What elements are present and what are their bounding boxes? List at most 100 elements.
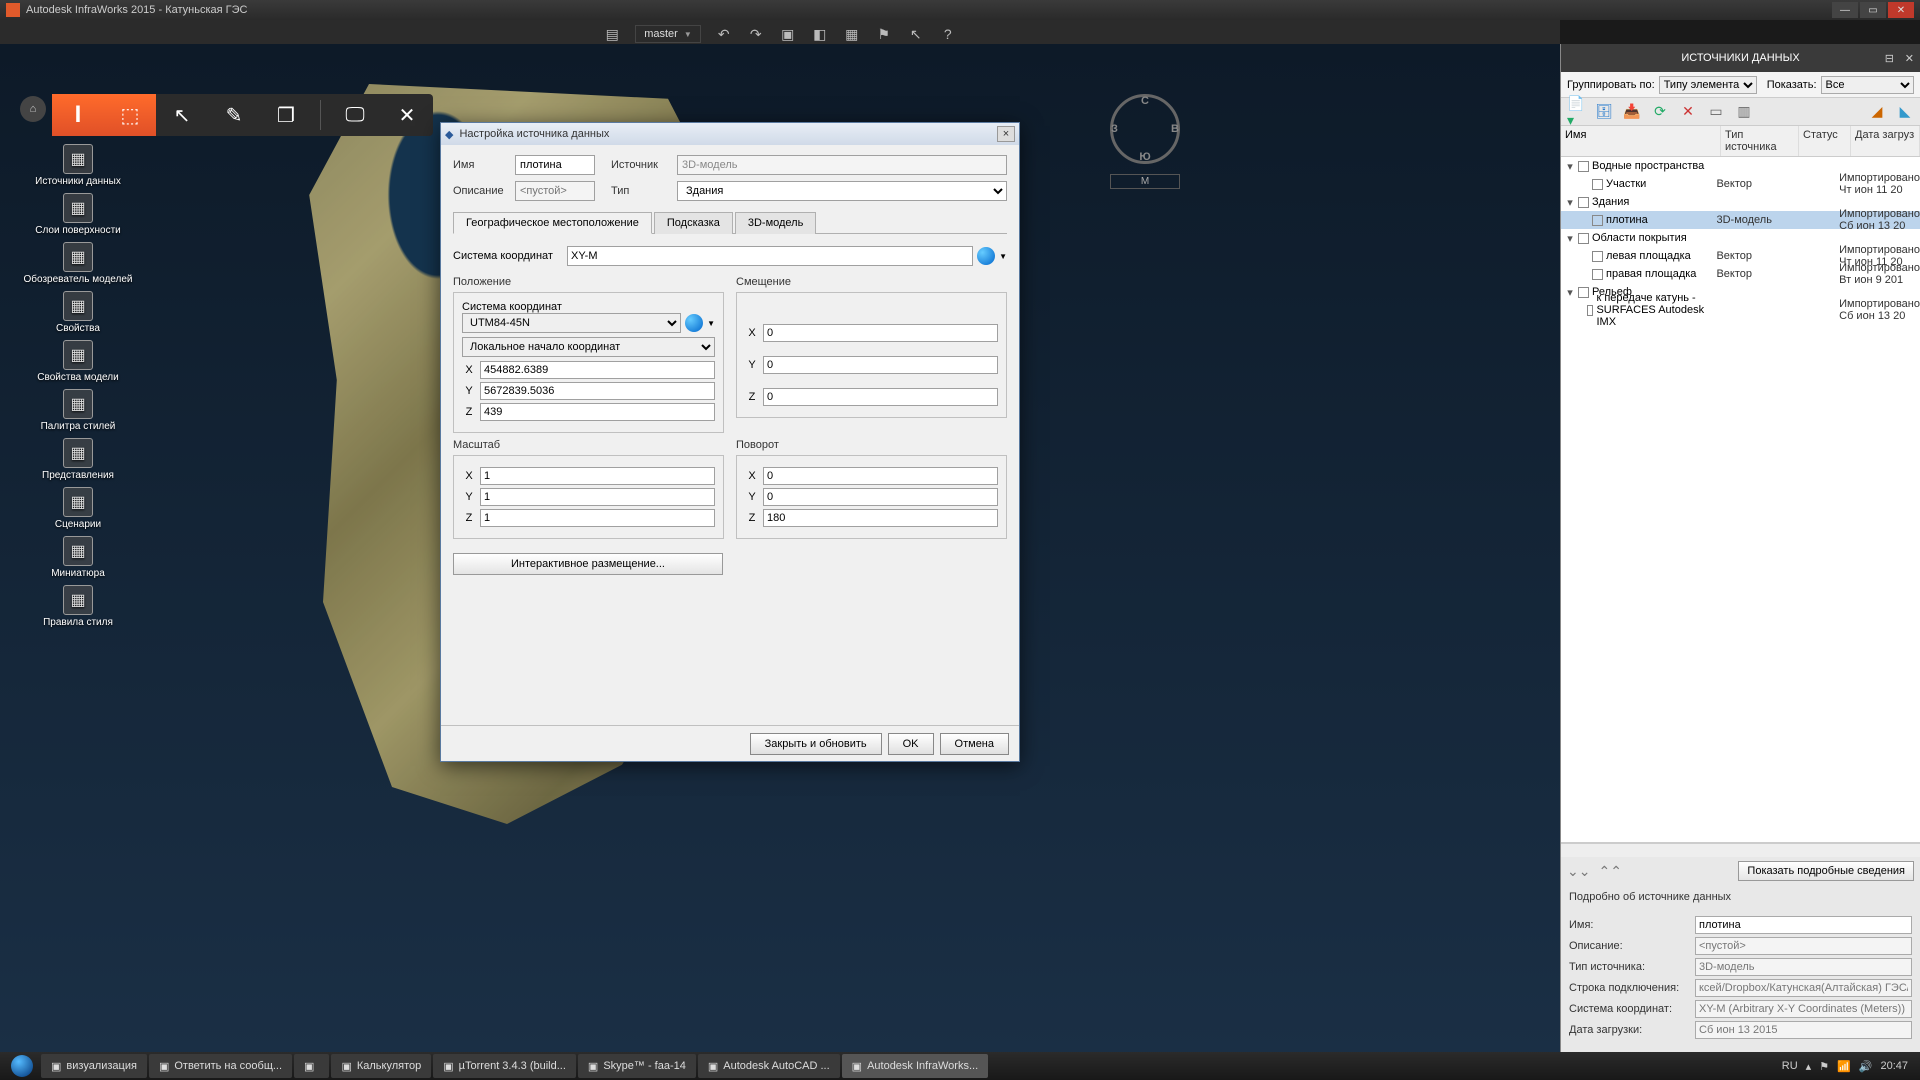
ribbon-monitor-icon[interactable]: 🖵 [329,94,381,136]
cs-inner-select[interactable]: UTM84-45N [462,313,681,333]
disclosure-icon[interactable]: ▾ [1565,232,1575,245]
taskbar-button[interactable]: ▣Skype™ - faa-14 [578,1054,696,1078]
pin-icon[interactable]: ⊟ [1885,52,1894,65]
vtool-item[interactable]: ▦Палитра стилей [28,389,128,432]
name-input[interactable] [515,155,595,175]
taskbar-button[interactable]: ▣ [294,1054,329,1078]
rot-y-input[interactable] [763,488,998,506]
vtool-item[interactable]: ▦Представления [28,438,128,481]
globe-icon[interactable] [977,247,995,265]
checkbox[interactable] [1592,179,1603,190]
d-desc[interactable] [1695,937,1912,955]
vtool-item[interactable]: ▦Источники данных [28,144,128,187]
off-z-input[interactable] [763,388,998,406]
desc-input[interactable] [515,181,595,201]
cursor-icon[interactable]: ↖ [907,25,925,43]
dialog-titlebar[interactable]: ◆ Настройка источника данных × [441,123,1019,145]
layers-icon[interactable]: ▤ [603,25,621,43]
checkbox[interactable] [1592,251,1603,262]
pos-x-input[interactable] [480,361,715,379]
show-details-button[interactable]: Показать подробные сведения [1738,861,1914,881]
db-icon[interactable]: 🗄 [1595,103,1613,121]
cancel-button[interactable]: Отмена [940,733,1009,755]
dialog-close-button[interactable]: × [997,126,1015,142]
show-select[interactable]: Все [1821,76,1914,94]
vtool-item[interactable]: ▦Свойства [28,291,128,334]
taskbar-button[interactable]: ▣Ответить на сообщ... [149,1054,292,1078]
start-button[interactable] [4,1054,40,1078]
off-y-input[interactable] [763,356,998,374]
proposal-dropdown[interactable]: master ▼ [635,25,701,43]
delete-icon[interactable]: ✕ [1679,103,1697,121]
vtool-item[interactable]: ▦Правила стиля [28,585,128,628]
tree-row[interactable]: УчасткиВекторИмпортировано Чт ион 11 20 [1561,175,1920,193]
scale-x-input[interactable] [480,467,715,485]
off-x-input[interactable] [763,324,998,342]
rot-z-input[interactable] [763,509,998,527]
vtool-item[interactable]: ▦Свойства модели [28,340,128,383]
vtool-item[interactable]: ▦Миниатюра [28,536,128,579]
checkbox[interactable] [1592,269,1603,280]
vtool-item[interactable]: ▦Обозреватель моделей [28,242,128,285]
close-refresh-button[interactable]: Закрыть и обновить [750,733,882,755]
tree-row[interactable]: правая площадкаВекторИмпортировано Вт ио… [1561,265,1920,283]
ribbon-tools-icon[interactable]: ✕ [381,94,433,136]
tab-3dmodel[interactable]: 3D-модель [735,212,816,234]
pos-y-input[interactable] [480,382,715,400]
checkbox[interactable] [1592,215,1603,226]
rot-x-input[interactable] [763,467,998,485]
globe-icon[interactable] [685,314,703,332]
tree-row[interactable]: плотина3D-модельИмпортировано Сб ион 13 … [1561,211,1920,229]
col-type[interactable]: Тип источника [1721,126,1799,156]
ribbon-home-icon[interactable]: I [52,94,104,136]
close-button[interactable]: ✕ [1888,2,1914,18]
vtool-item[interactable]: ▦Сценарии [28,487,128,530]
disclosure-icon[interactable]: ▾ [1565,160,1575,173]
scale-y-input[interactable] [480,488,715,506]
col-name[interactable]: Имя [1561,126,1721,156]
compass-widget[interactable]: СВЮЗ [1110,94,1180,164]
flag-icon[interactable]: ⚑ [875,25,893,43]
local-origin-select[interactable]: Локальное начало координат [462,337,715,357]
ribbon-copy-icon[interactable]: ❐ [260,94,312,136]
datasource-tree[interactable]: Имя Тип источника Статус Дата загруз ▾Во… [1561,126,1920,843]
interactive-placement-button[interactable]: Интерактивное размещение... [453,553,723,575]
panel-icon[interactable]: ◧ [811,25,829,43]
save-icon[interactable]: ▣ [779,25,797,43]
ok-button[interactable]: OK [888,733,934,755]
tab-geo[interactable]: Географическое местоположение [453,212,652,234]
lang-indicator[interactable]: RU [1782,1060,1798,1072]
add-icon[interactable]: 📄▾ [1567,103,1585,121]
home-button[interactable]: ⌂ [20,96,46,122]
tab-hint[interactable]: Подсказка [654,212,733,234]
redo-icon[interactable]: ↷ [747,25,765,43]
pos-z-input[interactable] [480,403,715,421]
taskbar-button[interactable]: ▣Autodesk InfraWorks... [842,1054,988,1078]
checkbox[interactable] [1578,161,1589,172]
sort-icon[interactable]: ◣ [1896,103,1914,121]
taskbar-button[interactable]: ▣визуализация [41,1054,147,1078]
expand-down-icon[interactable]: ⌄⌄ [1567,863,1590,880]
feature-icon[interactable]: ▥ [1735,103,1753,121]
d-name[interactable] [1695,916,1912,934]
checkbox[interactable] [1578,197,1589,208]
tree-row[interactable]: к передаче катунь - SURFACES Autodesk IM… [1561,301,1920,319]
ribbon-draw-icon[interactable]: ✎ [208,94,260,136]
vtool-item[interactable]: ▦Слои поверхности [28,193,128,236]
cs-input[interactable] [567,246,973,266]
filter-icon[interactable]: ◢ [1868,103,1886,121]
panel-close-icon[interactable]: ✕ [1905,52,1914,65]
undo-icon[interactable]: ↶ [715,25,733,43]
tray-vol-icon[interactable]: 🔊 [1859,1060,1873,1073]
h-scrollbar[interactable] [1561,843,1920,857]
taskbar-button[interactable]: ▣µTorrent 3.4.3 (build... [433,1054,576,1078]
taskbar-button[interactable]: ▣Калькулятор [331,1054,431,1078]
maximize-button[interactable]: ▭ [1860,2,1886,18]
tray-net-icon[interactable]: 📶 [1837,1060,1851,1073]
help-icon[interactable]: ? [939,25,957,43]
import-icon[interactable]: 📥 [1623,103,1641,121]
checkbox[interactable] [1587,305,1593,316]
disclosure-icon[interactable]: ▾ [1565,196,1575,209]
minimize-button[interactable]: — [1832,2,1858,18]
tray-flag-icon[interactable]: ⚑ [1819,1060,1829,1073]
